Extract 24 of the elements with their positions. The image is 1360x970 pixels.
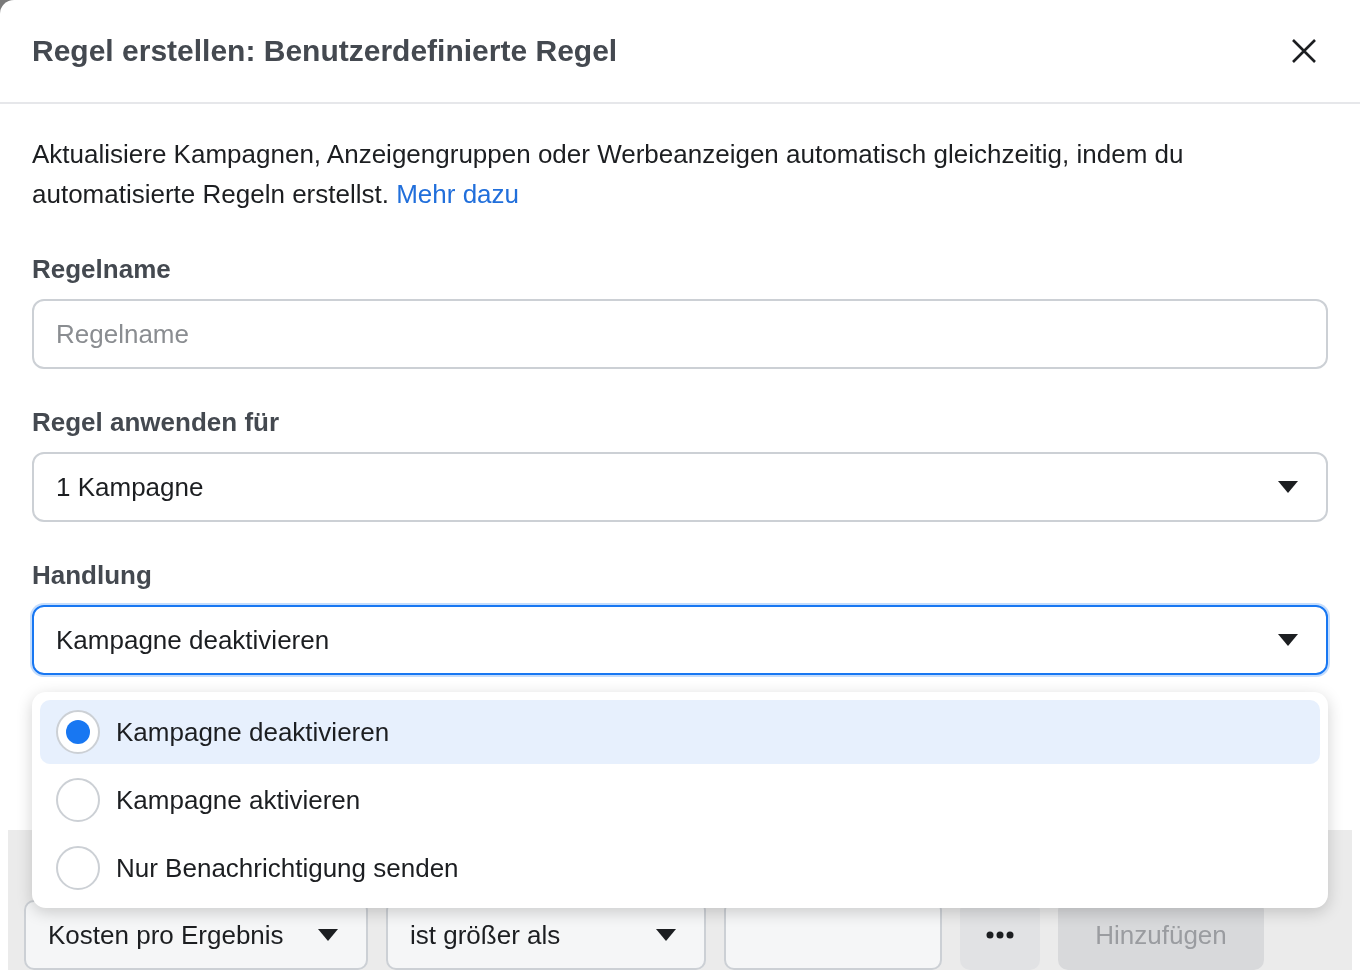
field-label: Regelname xyxy=(32,254,172,285)
dialog-title: Regel erstellen: Benutzerdefinierte Regel xyxy=(32,34,618,68)
select-field[interactable]: 1 Kampagne xyxy=(32,452,1328,522)
radio-button[interactable] xyxy=(56,710,100,754)
radio-button[interactable] xyxy=(56,778,100,822)
input-field[interactable]: Regelname xyxy=(32,299,1328,369)
caret-icon xyxy=(1278,634,1298,646)
close-icon xyxy=(1291,38,1317,64)
caret-icon xyxy=(318,929,338,941)
menu-option[interactable]: Kampagne deaktivieren xyxy=(40,700,1320,764)
learn-more-link[interactable]: Mehr dazu xyxy=(396,179,520,209)
caret-icon xyxy=(656,929,676,941)
option-label: Nur Benachrichtigung senden xyxy=(116,852,459,884)
menu-option[interactable]: Kampagne aktivieren xyxy=(40,768,1320,832)
select-field[interactable]: Kampagne deaktivieren xyxy=(32,605,1328,675)
more-icon xyxy=(986,931,1014,939)
field-label: Handlung xyxy=(32,560,153,591)
option-label: Kampagne deaktivieren xyxy=(116,716,390,748)
field-label: Regel anwenden für xyxy=(32,407,281,438)
radio-button[interactable] xyxy=(56,846,100,890)
menu-option[interactable]: Nur Benachrichtigung senden xyxy=(40,836,1320,900)
caret-icon xyxy=(1278,481,1298,493)
description: Aktualisiere Kampagnen, Anzeigengruppen oder Werbeanzeigen automatisch gleichzeitig, indem du automatisierte Regeln erstellst. Mehr dazu xyxy=(32,138,1185,211)
option-label: Kampagne aktivieren xyxy=(116,784,361,816)
